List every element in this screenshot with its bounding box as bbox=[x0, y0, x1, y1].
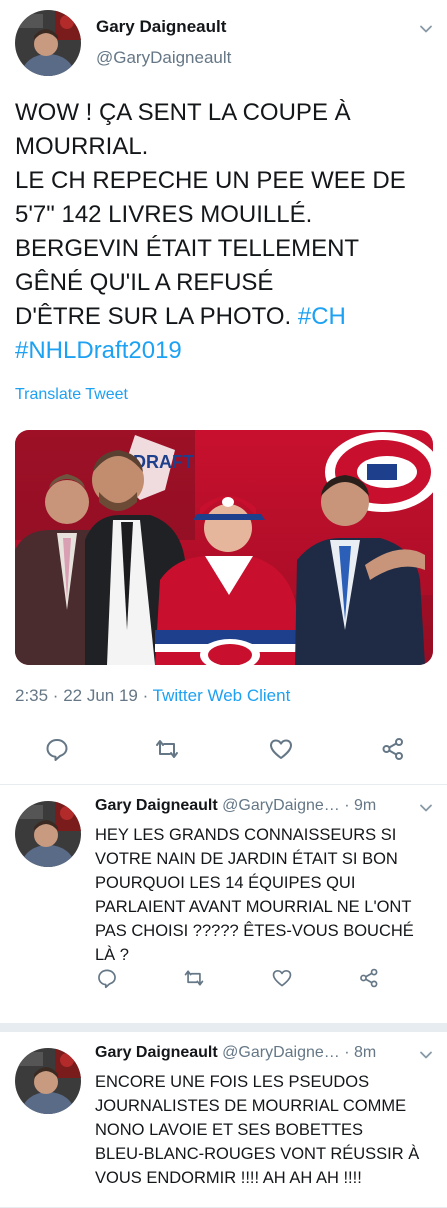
user-handle[interactable]: @GaryDaigneault bbox=[96, 48, 231, 68]
main-tweet: Gary Daigneault @GaryDaigneault WOW ! ÇA… bbox=[0, 0, 447, 785]
like-icon[interactable] bbox=[268, 736, 294, 762]
tweet-line: 5'7" 142 LIVRES MOUILLÉ. bbox=[15, 201, 313, 228]
chevron-down-icon[interactable] bbox=[419, 801, 433, 815]
hashtag-link[interactable]: #NHLDraft2019 bbox=[15, 337, 182, 364]
tweet-timestamp: 2:35 · 22 Jun 19 · bbox=[15, 686, 153, 705]
translate-tweet-link[interactable]: Translate Tweet bbox=[15, 386, 128, 404]
user-name[interactable]: Gary Daigneault bbox=[96, 17, 226, 37]
avatar[interactable] bbox=[15, 801, 81, 867]
tweet-actions bbox=[0, 736, 447, 766]
reply-icon[interactable] bbox=[44, 736, 70, 762]
avatar[interactable] bbox=[15, 1048, 81, 1114]
tweet-line: MOURRIAL. bbox=[15, 133, 149, 160]
user-handle[interactable]: @GaryDaigne… bbox=[222, 797, 340, 814]
retweet-icon[interactable] bbox=[183, 967, 205, 989]
tweet-timestamp: · 9m bbox=[339, 797, 377, 814]
reply-tweet[interactable]: Gary Daigneault @GaryDaigne… · 8m ENCORE… bbox=[0, 1032, 447, 1208]
tweet-timestamp: · 8m bbox=[339, 1044, 377, 1061]
tweet-line: GÊNÉ QU'IL A REFUSÉ bbox=[15, 269, 274, 296]
share-icon[interactable] bbox=[380, 736, 406, 762]
user-handle[interactable]: @GaryDaigne… bbox=[222, 1044, 340, 1061]
avatar[interactable] bbox=[15, 10, 81, 76]
tweet-line: D'ÊTRE SUR LA PHOTO. bbox=[15, 303, 292, 330]
client-link[interactable]: Twitter Web Client bbox=[153, 686, 291, 705]
like-icon[interactable] bbox=[271, 967, 293, 989]
reply-header: Gary Daigneault @GaryDaigne… · 9m bbox=[95, 797, 435, 815]
tweet-actions bbox=[0, 967, 447, 997]
reply-text: HEY LES GRANDS CONNAISSEURS SI VOTRE NAI… bbox=[95, 826, 414, 964]
tweet-line: BERGEVIN ÉTAIT TELLEMENT bbox=[15, 235, 360, 262]
hashtag-link[interactable]: #CH bbox=[298, 303, 346, 330]
chevron-down-icon[interactable] bbox=[419, 1048, 433, 1062]
share-icon[interactable] bbox=[358, 967, 380, 989]
retweet-icon[interactable] bbox=[154, 736, 180, 762]
tweet-line: LE CH REPECHE UN PEE WEE DE bbox=[15, 167, 406, 194]
reply-icon[interactable] bbox=[96, 967, 118, 989]
user-name[interactable]: Gary Daigneault bbox=[95, 797, 218, 814]
thread-separator bbox=[0, 1024, 447, 1032]
tweet-text: WOW ! ÇA SENT LA COUPE À MOURRIAL. LE CH… bbox=[15, 96, 435, 368]
tweet-photo[interactable]: DRAFT bbox=[15, 430, 433, 665]
user-name[interactable]: Gary Daigneault bbox=[95, 1044, 218, 1061]
reply-tweet[interactable]: Gary Daigneault @GaryDaigne… · 9m HEY LE… bbox=[0, 785, 447, 1024]
chevron-down-icon[interactable] bbox=[419, 22, 433, 36]
tweet-line: WOW ! ÇA SENT LA COUPE À bbox=[15, 99, 351, 126]
tweet-meta: 2:35 · 22 Jun 19 · Twitter Web Client bbox=[15, 686, 290, 706]
reply-text: ENCORE UNE FOIS LES PSEUDOS JOURNALISTES… bbox=[95, 1073, 420, 1187]
reply-header: Gary Daigneault @GaryDaigne… · 8m bbox=[95, 1044, 435, 1062]
